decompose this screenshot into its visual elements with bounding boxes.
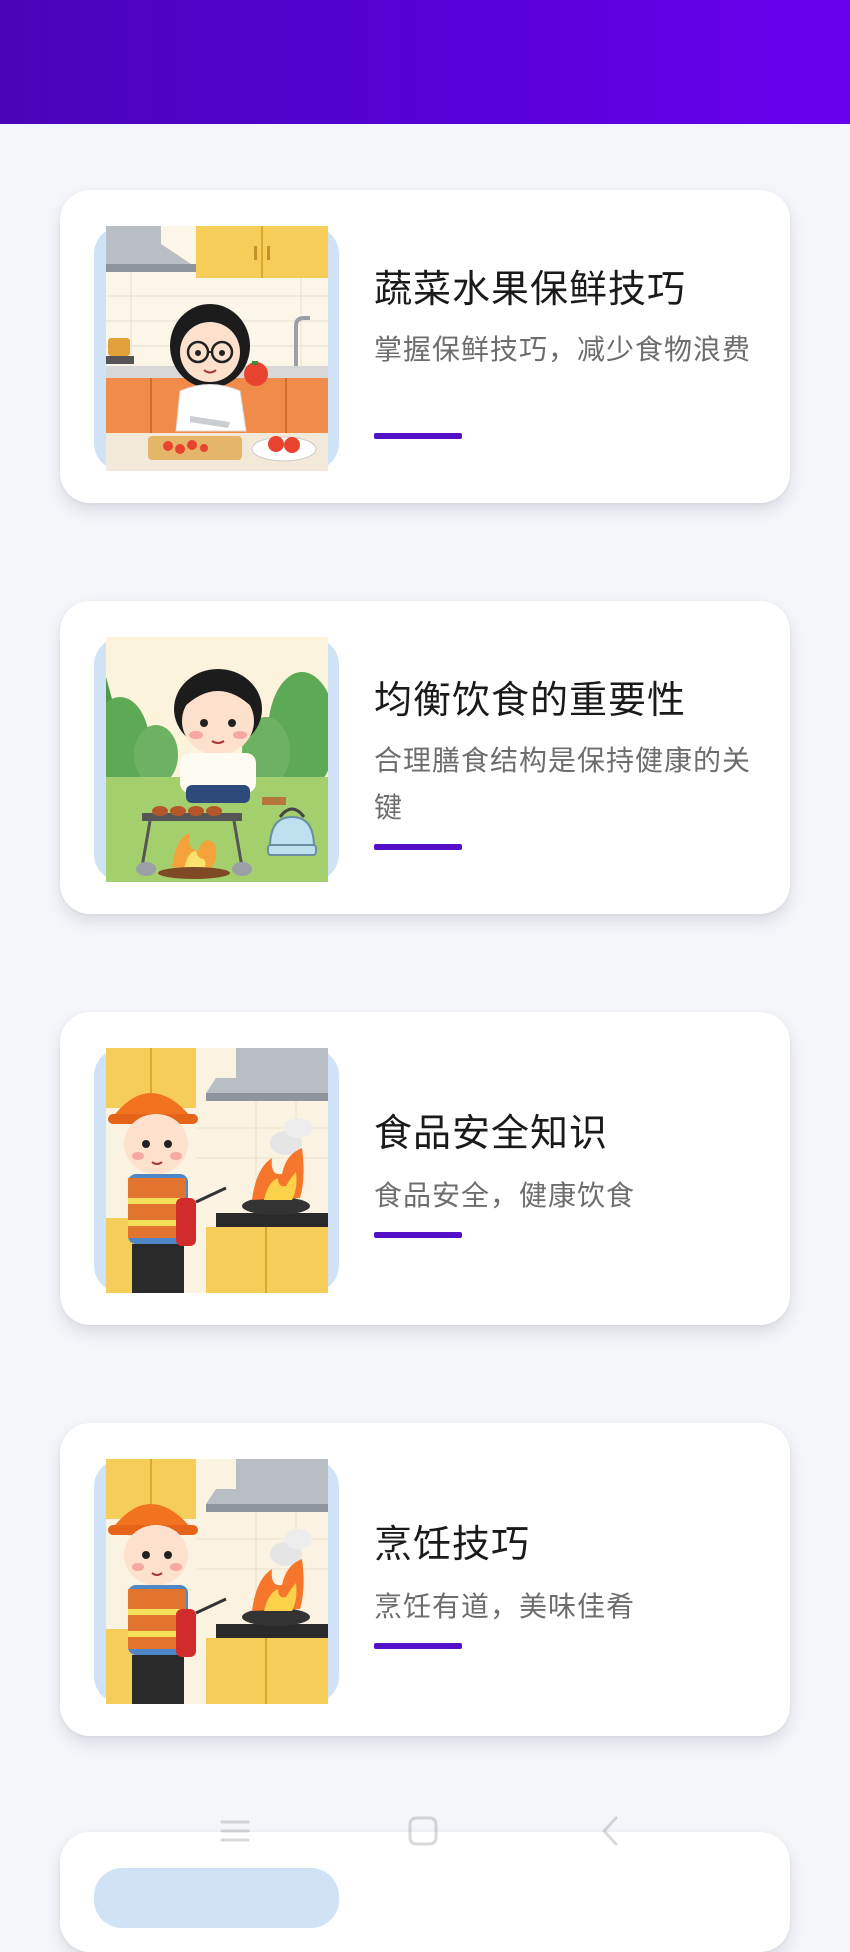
accent-bar [374, 1643, 462, 1649]
card-subtitle: 掌握保鲜技巧，减少食物浪费 [374, 333, 752, 366]
menu-icon[interactable] [218, 1814, 252, 1848]
home-icon[interactable] [406, 1814, 440, 1848]
accent-bar [374, 1232, 462, 1238]
girl-cutting-tomatoes-illustration [106, 226, 328, 471]
accent-bar [374, 433, 462, 439]
card-title: 烹饪技巧 [374, 1522, 531, 1566]
card-subtitle: 烹饪有道，美味佳肴 [374, 1590, 636, 1623]
firefighter-kitchen-illustration [106, 1459, 328, 1704]
thumbnail-frame [94, 1868, 339, 1928]
card-title: 食品安全知识 [374, 1111, 609, 1155]
accent-bar [374, 844, 462, 850]
article-card-fresh-produce[interactable]: 蔬菜水果保鲜技巧 掌握保鲜技巧，减少食物浪费 [60, 190, 790, 503]
card-subtitle: 合理膳食结构是保持健康的关键 [374, 744, 752, 824]
article-card-cooking-skills[interactable]: 烹饪技巧 烹饪有道，美味佳肴 [60, 1423, 790, 1736]
article-card-food-safety[interactable]: 食品安全知识 食品安全，健康饮食 [60, 1012, 790, 1325]
card-title: 均衡饮食的重要性 [374, 678, 687, 722]
firefighter-kitchen-illustration [106, 1048, 328, 1293]
system-nav-bar [0, 1800, 850, 1870]
top-header-bar [0, 0, 850, 124]
card-title: 蔬菜水果保鲜技巧 [374, 267, 687, 311]
article-card-balanced-diet[interactable]: 均衡饮食的重要性 合理膳食结构是保持健康的关键 [60, 601, 790, 914]
card-subtitle: 食品安全，健康饮食 [374, 1179, 636, 1212]
back-icon[interactable] [594, 1814, 628, 1848]
boy-grilling-outdoors-illustration [106, 637, 328, 882]
